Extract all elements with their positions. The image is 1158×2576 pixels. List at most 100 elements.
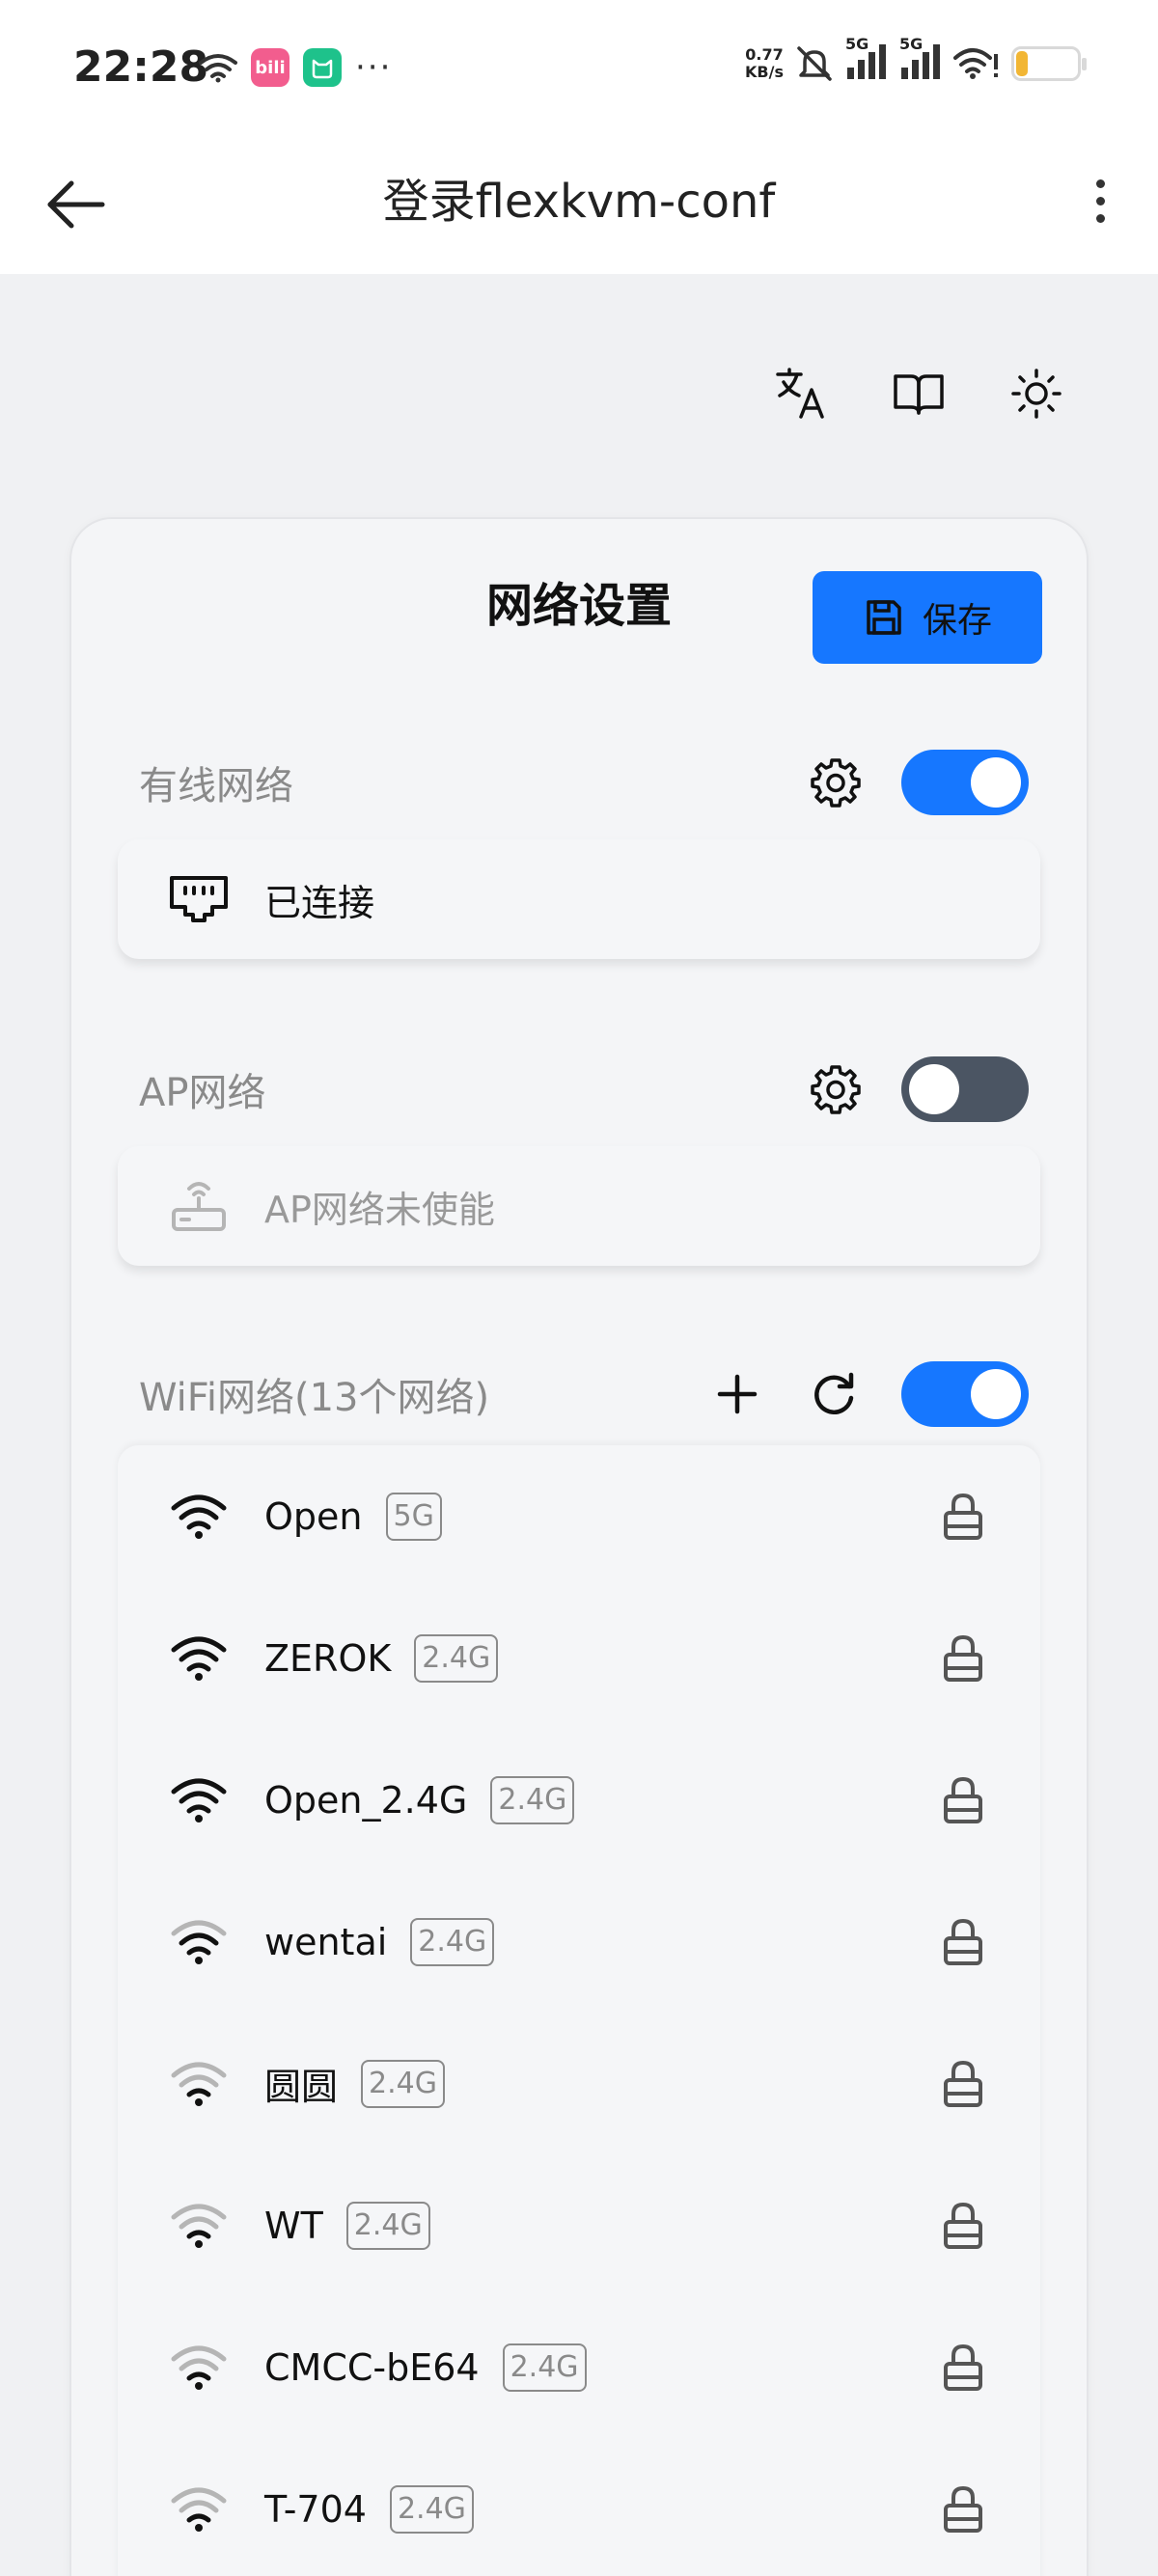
ap-toggle[interactable] <box>901 1056 1029 1122</box>
gear-icon <box>811 1065 861 1114</box>
wifi-toggle[interactable] <box>901 1361 1029 1427</box>
ap-settings-button[interactable] <box>807 1060 865 1118</box>
wifi-icon <box>171 1920 227 1964</box>
wifi-lock <box>934 1771 992 1829</box>
more-options-button[interactable] <box>1081 170 1119 232</box>
lock-icon <box>944 2343 982 2391</box>
wifi-section-title: WiFi网络(13个网络) <box>139 1376 490 1420</box>
wifi-lock <box>934 2480 992 2538</box>
docs-button[interactable] <box>888 363 950 425</box>
sun-icon <box>1011 369 1062 419</box>
wifi-network-row[interactable]: WT 2.4G <box>118 2154 1040 2296</box>
mute-bell-icon <box>797 46 832 81</box>
ap-status-text: AP网络未使能 <box>264 1188 495 1231</box>
bilibili-app-icon: bili <box>251 48 290 87</box>
wifi-network-row[interactable]: Open 5G <box>118 1445 1040 1587</box>
wifi-ssid: 圆圆 <box>264 2066 339 2108</box>
wifi-lock <box>934 1630 992 1687</box>
wifi-icon <box>171 2062 227 2106</box>
top-tools <box>770 363 1067 425</box>
wifi-band-badge: 2.4G <box>502 2343 587 2392</box>
refresh-networks-button[interactable] <box>805 1365 863 1423</box>
ethernet-port-icon <box>170 876 228 922</box>
wifi-network-row[interactable]: ZEROK 2.4G <box>118 1587 1040 1729</box>
wired-status-panel: 已连接 <box>118 839 1040 959</box>
ap-section-header: AP网络 <box>139 1055 1029 1123</box>
ap-status-panel: AP网络未使能 <box>118 1146 1040 1266</box>
wifi-status-icon <box>199 54 237 83</box>
wifi-icon <box>171 2204 227 2248</box>
wifi-ssid: CMCC-bE64 <box>264 2345 480 2389</box>
more-vertical-icon <box>1095 178 1105 188</box>
wifi-alert-icon <box>953 48 998 79</box>
router-icon <box>172 1182 226 1231</box>
wifi-lock <box>934 2197 992 2255</box>
wifi-network-row[interactable]: T-704 2.4G <box>118 2438 1040 2576</box>
status-left-icons: bili ··· <box>199 48 392 87</box>
wifi-signal <box>166 1488 232 1546</box>
signal-sim2: 5G <box>899 35 944 85</box>
wired-section-header: 有线网络 <box>139 749 1029 816</box>
lock-icon <box>944 1493 982 1540</box>
wired-settings-button[interactable] <box>807 754 865 811</box>
wifi-lock <box>934 1488 992 1546</box>
wifi-band-badge: 2.4G <box>389 2484 474 2534</box>
wifi-band-badge: 2.4G <box>361 2059 445 2108</box>
wifi-icon <box>171 2487 227 2532</box>
wifi-ssid: Open <box>264 1494 363 1538</box>
wifi-band-badge: 5G <box>385 1492 442 1541</box>
wifi-network-row[interactable]: wentai 2.4G <box>118 1871 1040 2013</box>
wifi-lock <box>934 1913 992 1971</box>
battery-indicator: 20 <box>1011 46 1087 81</box>
network-speed: 0.77 KB/s <box>745 45 784 81</box>
ap-section-title: AP网络 <box>139 1071 266 1115</box>
wifi-lock <box>934 2055 992 2113</box>
wifi-icon <box>171 1494 227 1539</box>
page-title: 登录flexkvm-conf <box>382 175 776 229</box>
status-bar: 22:28 bili ··· 0.77 KB/s 5G 5G 20 <box>0 0 1158 135</box>
wifi-section-header: WiFi网络(13个网络) <box>139 1360 1029 1428</box>
plus-icon <box>717 1374 758 1414</box>
wifi-signal <box>166 2339 232 2397</box>
wired-section-title: 有线网络 <box>139 764 293 808</box>
wifi-band-badge: 2.4G <box>414 1633 499 1683</box>
translate-icon <box>776 368 824 419</box>
theme-toggle-button[interactable] <box>1006 363 1067 425</box>
lock-icon <box>944 2202 982 2249</box>
lock-icon <box>944 2060 982 2107</box>
gear-icon <box>811 758 861 808</box>
wifi-ssid: WT <box>264 2204 323 2247</box>
wifi-band-badge: 2.4G <box>410 1917 495 1966</box>
save-icon <box>867 600 901 635</box>
save-button[interactable]: 保存 <box>813 571 1042 664</box>
lock-icon <box>944 1776 982 1823</box>
status-right-icons: 0.77 KB/s 5G 5G 20 <box>745 35 1087 85</box>
lock-icon <box>944 1634 982 1682</box>
mi-home-app-icon <box>303 48 342 87</box>
wifi-lock <box>934 2339 992 2397</box>
refresh-icon <box>814 1372 854 1415</box>
lock-icon <box>944 1918 982 1965</box>
wifi-signal <box>166 2055 232 2113</box>
wifi-signal <box>166 1630 232 1687</box>
lock-icon <box>944 2485 982 2533</box>
status-time: 22:28 <box>73 42 209 92</box>
wifi-signal <box>166 1913 232 1971</box>
wifi-ssid: ZEROK <box>264 1636 392 1680</box>
wifi-network-row[interactable]: CMCC-bE64 2.4G <box>118 2296 1040 2438</box>
wifi-ssid: Open_2.4G <box>264 1778 468 1822</box>
language-button[interactable] <box>770 363 832 425</box>
wifi-signal <box>166 2197 232 2255</box>
wired-toggle[interactable] <box>901 750 1029 815</box>
wifi-network-row[interactable]: 圆圆 2.4G <box>118 2013 1040 2154</box>
wifi-band-badge: 2.4G <box>490 1775 575 1824</box>
add-network-button[interactable] <box>708 1365 766 1423</box>
app-bar: 登录flexkvm-conf <box>0 135 1158 274</box>
network-settings-card: 网络设置 保存 有线网络 已连接 AP网络 AP网络未使能 WiFi网络(13个… <box>69 517 1089 2576</box>
wifi-ssid: wentai <box>264 1920 388 1963</box>
wifi-signal <box>166 1771 232 1829</box>
wifi-icon <box>171 1636 227 1681</box>
book-open-icon <box>894 374 944 415</box>
wifi-signal <box>166 2480 232 2538</box>
wifi-network-row[interactable]: Open_2.4G 2.4G <box>118 1729 1040 1871</box>
